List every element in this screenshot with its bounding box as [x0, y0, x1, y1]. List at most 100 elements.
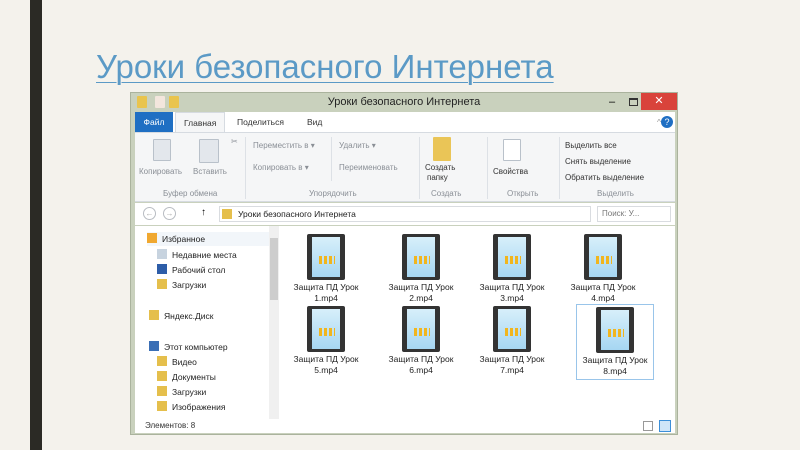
tab-view[interactable]: Вид [299, 112, 330, 132]
file-item[interactable]: Защита ПД Урок 6.mp4 [382, 306, 460, 376]
desktop-icon [157, 264, 167, 274]
slide-accent-bar [30, 0, 42, 450]
nav-videos[interactable]: Видео [157, 355, 197, 369]
nav-this-pc[interactable]: Этот компьютер [149, 340, 228, 354]
status-bar: Элементов: 8 [135, 419, 675, 433]
back-button[interactable]: ← [143, 207, 156, 220]
file-item[interactable]: Защита ПД Урок 2.mp4 [382, 234, 460, 304]
file-ext: 7.mp4 [500, 365, 524, 375]
address-bar-row: ← → ↑ Уроки безопасного Интернета Поиск:… [135, 203, 675, 225]
maximize-button[interactable] [629, 98, 638, 106]
help-icon[interactable]: ? [661, 116, 673, 128]
new-folder-button[interactable]: Создать [425, 163, 455, 172]
downloads-icon [157, 279, 167, 289]
forward-button[interactable]: → [163, 207, 176, 220]
search-input[interactable]: Поиск: У... [597, 206, 671, 222]
up-button[interactable]: ↑ [201, 207, 206, 218]
downloads-folder-icon [157, 386, 167, 396]
nav-scrollbar-thumb[interactable] [270, 238, 278, 300]
nav-yandex-disk[interactable]: Яндекс.Диск [149, 309, 213, 323]
file-name: Защита ПД Урок [293, 282, 359, 292]
video-file-icon [307, 306, 345, 352]
properties-button[interactable]: Свойства [493, 167, 528, 176]
file-item[interactable]: Защита ПД Урок 1.mp4 [287, 234, 365, 304]
file-item[interactable]: Защита ПД Урок 5.mp4 [287, 306, 365, 376]
pictures-folder-icon [157, 401, 167, 411]
file-name: Защита ПД Урок [293, 354, 359, 364]
file-ext: 8.mp4 [603, 366, 627, 376]
rename-button[interactable]: Переименовать [339, 163, 398, 172]
paste-button[interactable]: Вставить [193, 167, 227, 176]
explorer-window: Уроки безопасного Интернета – ✕ Файл Гла… [130, 92, 678, 435]
video-file-icon [584, 234, 622, 280]
file-item[interactable]: Защита ПД Урок 3.mp4 [473, 234, 551, 304]
details-view-icon[interactable] [643, 421, 653, 431]
invert-selection-button[interactable]: Обратить выделение [565, 173, 644, 182]
new-folder-button-line2[interactable]: папку [427, 173, 448, 182]
folder-icon [222, 209, 232, 219]
file-item-selected[interactable]: Защита ПД Урок 8.mp4 [576, 304, 654, 380]
tab-home[interactable]: Главная [175, 112, 226, 132]
file-ext: 3.mp4 [500, 293, 524, 303]
large-icons-view-icon[interactable] [659, 420, 671, 432]
file-item[interactable]: Защита ПД Урок 4.mp4 [564, 234, 642, 304]
tab-file[interactable]: Файл [135, 112, 173, 132]
title-bar: Уроки безопасного Интернета – ✕ [131, 93, 677, 111]
nav-label: Видео [172, 357, 197, 367]
video-file-icon [596, 307, 634, 353]
cut-icon[interactable]: ✂ [231, 137, 238, 146]
documents-folder-icon [157, 371, 167, 381]
minimize-button[interactable]: – [609, 96, 615, 108]
paste-icon [199, 139, 219, 163]
move-to-button[interactable]: Переместить в ▾ [253, 141, 315, 150]
star-icon [147, 233, 157, 243]
nav-downloads-2[interactable]: Загрузки [157, 385, 206, 399]
file-name: Защита ПД Урок [388, 282, 454, 292]
nav-recent[interactable]: Недавние места [157, 248, 237, 262]
select-none-button[interactable]: Снять выделение [565, 157, 631, 166]
properties-icon [503, 139, 521, 161]
address-input[interactable]: Уроки безопасного Интернета [219, 206, 591, 222]
nav-favorites[interactable]: Избранное [147, 232, 269, 246]
video-file-icon [402, 234, 440, 280]
computer-icon [149, 341, 159, 351]
nav-label: Документы [172, 372, 216, 382]
nav-label: Недавние места [172, 250, 237, 260]
video-file-icon [493, 306, 531, 352]
ribbon-tabs: Файл Главная Поделиться Вид ^ ? [135, 112, 675, 132]
file-ext: 5.mp4 [314, 365, 338, 375]
select-all-button[interactable]: Выделить все [565, 141, 617, 150]
file-ext: 4.mp4 [591, 293, 615, 303]
group-new-label: Создать [431, 189, 462, 198]
file-ext: 6.mp4 [409, 365, 433, 375]
nav-documents[interactable]: Документы [157, 370, 216, 384]
group-clipboard-label: Буфер обмена [163, 189, 218, 198]
file-ext: 2.mp4 [409, 293, 433, 303]
nav-pictures[interactable]: Изображения [157, 400, 225, 414]
copy-to-button[interactable]: Копировать в ▾ [253, 163, 309, 172]
nav-label: Яндекс.Диск [164, 311, 214, 321]
tab-share[interactable]: Поделиться [229, 112, 292, 132]
nav-label: Рабочий стол [172, 265, 226, 275]
group-organize-label: Упорядочить [309, 189, 357, 198]
videos-folder-icon [157, 356, 167, 366]
ribbon: Копировать Вставить ✂ Буфер обмена Перем… [135, 132, 675, 202]
navigation-pane: Избранное Недавние места Рабочий стол За… [135, 226, 269, 419]
nav-label: Загрузки [172, 387, 207, 397]
nav-label: Избранное [162, 234, 206, 244]
close-button[interactable]: ✕ [641, 93, 677, 110]
nav-label: Загрузки [172, 280, 207, 290]
new-folder-icon [433, 137, 451, 161]
file-item[interactable]: Защита ПД Урок 7.mp4 [473, 306, 551, 376]
nav-desktop[interactable]: Рабочий стол [157, 263, 225, 277]
nav-downloads[interactable]: Загрузки [157, 278, 206, 292]
file-name: Защита ПД Урок [388, 354, 454, 364]
file-name: Защита ПД Урок [479, 354, 545, 364]
nav-label: Изображения [172, 402, 226, 412]
content-area: Избранное Недавние места Рабочий стол За… [135, 226, 675, 419]
video-file-icon [493, 234, 531, 280]
group-select-label: Выделить [597, 189, 634, 198]
delete-button[interactable]: Удалить ▾ [339, 141, 376, 150]
copy-button[interactable]: Копировать [139, 167, 182, 176]
copy-icon [153, 139, 171, 161]
